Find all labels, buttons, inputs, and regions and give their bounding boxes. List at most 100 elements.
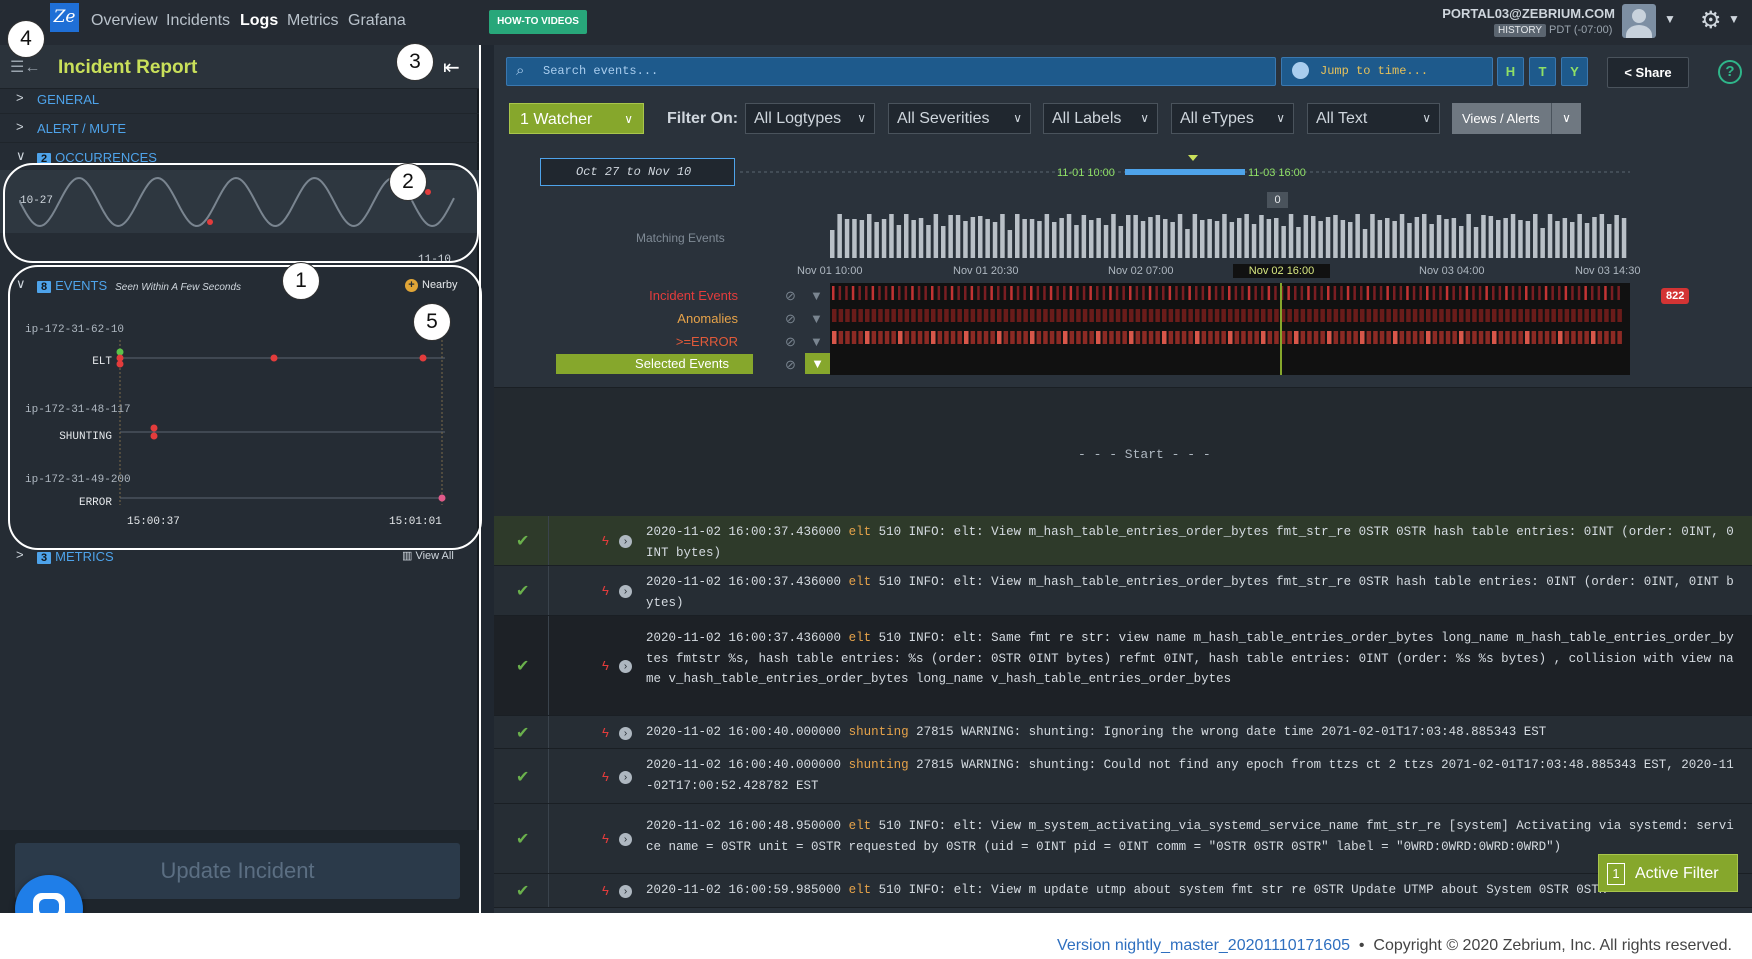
histogram-bar[interactable] <box>970 217 976 258</box>
histogram-bar[interactable] <box>1177 214 1183 258</box>
histogram-bar[interactable] <box>1318 221 1323 258</box>
filter-icon[interactable]: ▼ <box>810 334 823 349</box>
histogram-bar[interactable] <box>1584 223 1590 258</box>
histogram-bar[interactable] <box>1303 215 1309 258</box>
severities-filter[interactable]: All Severities ∨ <box>888 103 1031 134</box>
date-range[interactable]: Oct 27 to Nov 10 <box>540 158 735 186</box>
histogram-bar[interactable] <box>978 216 983 258</box>
histogram-bar[interactable] <box>1614 215 1619 258</box>
histogram-bar[interactable] <box>1096 218 1101 258</box>
histogram-bar[interactable] <box>1481 215 1486 258</box>
section-alert-mute[interactable]: > ALERT / MUTE <box>0 113 479 143</box>
view-all-metrics-link[interactable]: ▥ View All <box>402 549 454 562</box>
labels-filter[interactable]: All Labels ∨ <box>1043 103 1158 134</box>
histogram-bar[interactable] <box>1192 214 1198 258</box>
histogram-bar[interactable] <box>1325 217 1331 258</box>
histogram-bar[interactable] <box>1296 227 1301 258</box>
expand-icon[interactable]: › <box>619 771 632 784</box>
histogram-bar[interactable] <box>1362 229 1368 258</box>
histogram-bar[interactable] <box>1133 215 1138 258</box>
resize-handle[interactable] <box>494 381 1752 388</box>
zebrium-logo[interactable]: Ze <box>50 3 79 32</box>
section-general[interactable]: > GENERAL <box>0 84 479 114</box>
histogram-bar[interactable] <box>1555 221 1560 258</box>
log-row[interactable]: ✔ ϟ › 2020-11-02 16:00:40.000000 shunting 2… <box>494 716 1752 749</box>
histogram-bar[interactable] <box>1111 214 1116 258</box>
block-icon[interactable]: ⊘ <box>785 311 796 327</box>
histogram-bar[interactable] <box>1377 220 1383 258</box>
histogram-bar[interactable] <box>1259 215 1264 258</box>
histogram-bar[interactable] <box>1518 220 1523 258</box>
histogram-bar[interactable] <box>1599 214 1605 258</box>
histogram-bar[interactable] <box>1207 219 1212 258</box>
h-button[interactable]: H <box>1497 57 1524 86</box>
histogram-bar[interactable] <box>1547 214 1553 258</box>
histogram-bar[interactable] <box>1163 219 1168 258</box>
incident-icon[interactable]: ϟ <box>602 883 609 898</box>
y-button[interactable]: Y <box>1561 57 1588 86</box>
histogram-bar[interactable] <box>1251 224 1257 258</box>
matching-events-histogram[interactable] <box>830 214 1630 260</box>
expand-icon[interactable]: › <box>619 585 632 598</box>
histogram-bar[interactable] <box>1451 218 1457 258</box>
nav-grafana[interactable]: Grafana <box>348 12 406 30</box>
histogram-bar[interactable] <box>1089 220 1094 258</box>
log-row[interactable]: ✔ ϟ › 2020-11-02 16:00:37.436000 elt 510 IN… <box>494 516 1752 566</box>
back-list-icon[interactable]: ☰← <box>10 57 40 77</box>
histogram-bar[interactable] <box>933 214 939 258</box>
version-link[interactable]: Version nightly_master_20201110171605 <box>1057 937 1350 954</box>
log-row[interactable]: ✔ ϟ › 2020-11-02 16:00:40.000000 shunting 2… <box>494 749 1752 804</box>
histogram-bar[interactable] <box>1170 222 1175 258</box>
histogram-bar[interactable] <box>1503 218 1508 258</box>
histogram-bar[interactable] <box>1392 221 1397 258</box>
log-row[interactable]: ✔ ϟ › 2020-11-02 16:00:37.436000 elt 510 IN… <box>494 616 1752 716</box>
histogram-bar[interactable] <box>1126 215 1131 258</box>
histogram-bar[interactable] <box>911 220 916 258</box>
histogram-bar[interactable] <box>1000 214 1005 258</box>
histogram-bar[interactable] <box>1185 229 1190 258</box>
log-row[interactable]: ✔ ϟ › 2020-11-02 16:00:48.950000 elt 510 IN… <box>494 804 1752 874</box>
incident-icon[interactable]: ϟ <box>602 725 609 740</box>
check-icon[interactable]: ✔ <box>516 767 529 787</box>
histogram-bar[interactable] <box>1370 214 1375 258</box>
histogram-bar[interactable] <box>926 225 931 258</box>
filter-icon[interactable]: ▼ <box>805 353 830 374</box>
incident-icon[interactable]: ϟ <box>602 658 609 673</box>
histogram-bar[interactable] <box>844 219 850 258</box>
histogram-bar[interactable] <box>1533 214 1538 258</box>
histogram-bar[interactable] <box>1266 219 1272 258</box>
avatar[interactable] <box>1622 4 1656 38</box>
nav-logs[interactable]: Logs <box>240 12 278 30</box>
share-button[interactable]: < Share <box>1607 57 1689 88</box>
histogram-bar[interactable] <box>1044 214 1050 258</box>
histogram-bar[interactable] <box>1444 219 1449 258</box>
histogram-bar[interactable] <box>837 214 842 258</box>
histogram-bar[interactable] <box>1140 221 1146 258</box>
histogram-bar[interactable] <box>1407 223 1412 258</box>
histogram-bar[interactable] <box>955 215 961 258</box>
histogram-bar[interactable] <box>1621 218 1627 258</box>
histogram-bar[interactable] <box>830 230 835 258</box>
histogram-bar[interactable] <box>1340 220 1346 258</box>
histogram-bar[interactable] <box>1510 214 1516 258</box>
range-handle[interactable] <box>1125 169 1245 175</box>
incident-icon[interactable]: ϟ <box>602 769 609 784</box>
histogram-bar[interactable] <box>1540 228 1545 258</box>
histogram-bar[interactable] <box>1148 217 1153 258</box>
histogram-bar[interactable] <box>1577 214 1582 258</box>
histogram-bar[interactable] <box>948 215 953 258</box>
event-heatmap[interactable] <box>830 283 1630 375</box>
histogram-bar[interactable] <box>1066 214 1072 258</box>
block-icon[interactable]: ⊘ <box>785 288 796 304</box>
expand-icon[interactable]: › <box>619 833 632 846</box>
expand-icon[interactable]: › <box>619 660 632 673</box>
histogram-bar[interactable] <box>1436 215 1442 258</box>
check-icon[interactable]: ✔ <box>516 531 529 551</box>
histogram-bar[interactable] <box>1562 218 1568 258</box>
histogram-bar[interactable] <box>1007 230 1013 258</box>
history-badge[interactable]: HISTORY <box>1494 24 1547 37</box>
etypes-filter[interactable]: All eTypes ∨ <box>1171 103 1294 134</box>
how-to-videos-button[interactable]: HOW-TO VIDEOS <box>489 10 587 34</box>
logtypes-filter[interactable]: All Logtypes ∨ <box>745 103 875 134</box>
filter-icon[interactable]: ▼ <box>810 311 823 326</box>
